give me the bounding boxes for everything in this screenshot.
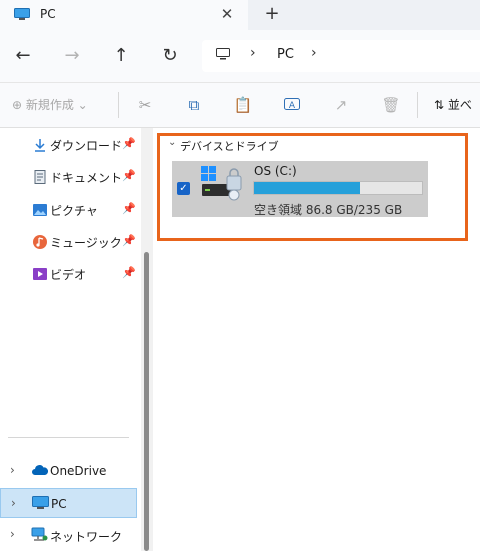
rename-icon[interactable]: A: [282, 95, 302, 115]
monitor-icon: [14, 8, 30, 20]
sidebar-item-videos[interactable]: ビデオ 📌: [24, 263, 142, 285]
pin-icon[interactable]: 📌: [122, 202, 136, 215]
sidebar-item-label: ダウンロード: [50, 139, 123, 153]
cut-icon[interactable]: ✂: [135, 95, 155, 115]
scrollbar-thumb[interactable]: [144, 252, 149, 551]
tab-title: PC: [40, 7, 56, 21]
pin-icon[interactable]: 📌: [122, 137, 136, 150]
divider: [417, 92, 418, 118]
share-icon[interactable]: ↗: [331, 95, 351, 115]
address-bar[interactable]: [202, 40, 480, 72]
sidebar-item-pictures[interactable]: ピクチャ 📌: [24, 199, 142, 221]
onedrive-icon: [31, 463, 49, 478]
sidebar-item-music[interactable]: ミュージック 📌: [24, 231, 142, 253]
paste-icon[interactable]: 📋: [233, 95, 253, 115]
computer-icon: [216, 48, 230, 60]
breadcrumb-separator-icon[interactable]: ›: [311, 45, 317, 61]
highlight-annotation: [157, 133, 468, 241]
sidebar-item-documents[interactable]: ドキュメント 📌: [24, 166, 142, 188]
pin-icon[interactable]: 📌: [122, 266, 136, 279]
divider: [8, 437, 129, 438]
pin-icon[interactable]: 📌: [122, 169, 136, 182]
chevron-right-icon[interactable]: ›: [10, 463, 15, 477]
divider: [118, 92, 119, 118]
pin-icon[interactable]: 📌: [122, 234, 136, 247]
sidebar-item-label: ミュージック: [50, 236, 122, 250]
sidebar-item-onedrive[interactable]: › OneDrive: [0, 456, 137, 486]
download-icon: [32, 137, 48, 153]
new-button[interactable]: ⊕ 新規作成 ⌄: [12, 95, 88, 115]
pc-icon: [32, 496, 49, 511]
network-icon: [31, 527, 48, 542]
sidebar-item-label: ビデオ: [50, 268, 87, 282]
chevron-right-icon[interactable]: ›: [11, 496, 16, 510]
sidebar-item-label: ドキュメント: [50, 171, 123, 185]
up-button[interactable]: ↑: [108, 43, 134, 69]
new-tab-icon[interactable]: +: [262, 4, 282, 24]
delete-icon[interactable]: 🗑: [381, 95, 401, 115]
breadcrumb-pc[interactable]: PC: [277, 47, 294, 62]
video-icon: [32, 266, 48, 282]
sidebar-item-pc[interactable]: › PC: [0, 488, 137, 518]
sidebar-item-label: PC: [51, 497, 67, 511]
sidebar-item-label: OneDrive: [50, 464, 107, 478]
refresh-button[interactable]: ↻: [157, 43, 183, 69]
sidebar-item-network[interactable]: › ネットワーク: [0, 520, 137, 550]
tab-pc[interactable]: [0, 0, 248, 30]
forward-button[interactable]: →: [59, 43, 85, 69]
svg-text:A: A: [289, 101, 296, 111]
sort-button[interactable]: ⇅ 並べ: [434, 95, 472, 115]
music-icon: [32, 234, 48, 250]
back-button[interactable]: ←: [10, 43, 36, 69]
sidebar-item-label: ネットワーク: [50, 530, 123, 544]
sidebar-item-downloads[interactable]: ダウンロード 📌: [24, 134, 142, 156]
sidebar-item-label: ピクチャ: [50, 204, 98, 218]
copy-icon[interactable]: ⧉: [184, 95, 204, 115]
chevron-right-icon[interactable]: ›: [10, 527, 15, 541]
picture-icon: [32, 202, 48, 218]
close-tab-icon[interactable]: ✕: [218, 5, 236, 23]
document-icon: [32, 169, 48, 185]
breadcrumb-separator-icon[interactable]: ›: [250, 45, 256, 61]
